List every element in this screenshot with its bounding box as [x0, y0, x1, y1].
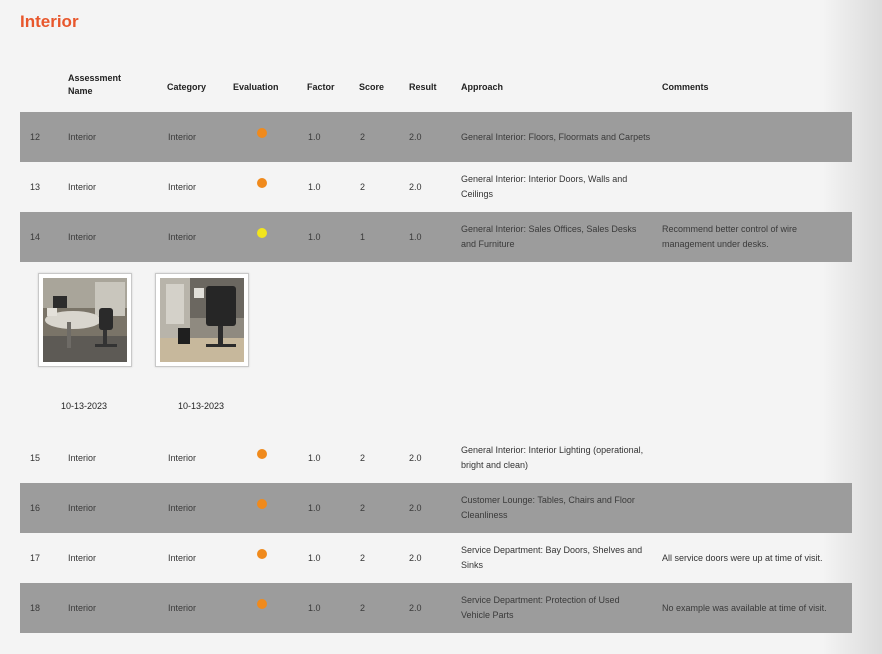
row-id: 15: [30, 452, 41, 463]
row-assessment-name: Interior: [68, 131, 97, 142]
table-row: 14 Interior Interior 1.0 1 1.0 General I…: [20, 212, 852, 262]
row-comments: [662, 483, 848, 533]
evaluation-dot-icon: [257, 227, 267, 238]
evaluation-dot-icon: [257, 127, 267, 138]
header-assessment-name: Assessment Name: [68, 73, 122, 96]
row-comments: Recommend better control of wire managem…: [662, 224, 798, 249]
row-category: Interior: [168, 602, 197, 613]
header-comments: Comments: [662, 82, 709, 92]
row-approach: Service Department: Bay Doors, Shelves a…: [461, 545, 643, 570]
office-photo-thumbnail[interactable]: [38, 273, 132, 367]
row-category: Interior: [168, 131, 197, 142]
row-result: 2.0: [409, 502, 422, 513]
evaluation-dot-icon: [257, 448, 267, 459]
evaluation-dot-icon: [257, 177, 267, 188]
row-id: 18: [30, 602, 41, 613]
photo-date: 10-13-2023: [61, 401, 108, 411]
office-desk-image: [43, 278, 127, 362]
row-category: Interior: [168, 181, 197, 192]
table-row: 13 Interior Interior 1.0 2 2.0 General I…: [20, 162, 852, 212]
evaluation-dot-icon: [257, 548, 267, 559]
row-comments: [662, 112, 848, 162]
row-result: 2.0: [409, 602, 422, 613]
photo-date: 10-13-2023: [178, 401, 225, 411]
row-approach: Customer Lounge: Tables, Chairs and Floo…: [461, 495, 635, 520]
row-id: 13: [30, 181, 41, 192]
row-approach: General Interior: Sales Offices, Sales D…: [461, 224, 637, 249]
row-score: 2: [360, 602, 366, 613]
row-score: 1: [360, 231, 366, 242]
row-factor: 1.0: [308, 602, 321, 613]
row-factor: 1.0: [308, 181, 321, 192]
header-result: Result: [409, 82, 437, 92]
evaluation-dot-icon: [257, 498, 267, 509]
row-category: Interior: [168, 452, 197, 463]
row-result: 2.0: [409, 552, 422, 563]
row-result: 2.0: [409, 131, 422, 142]
header-category: Category: [167, 82, 207, 92]
row-id: 17: [30, 552, 41, 563]
row-result: 2.0: [409, 452, 422, 463]
row-factor: 1.0: [308, 552, 321, 563]
row-approach: General Interior: Floors, Floormats and …: [461, 131, 651, 142]
row-comments: [662, 433, 848, 483]
row-id: 14: [30, 231, 41, 242]
row-score: 2: [360, 552, 366, 563]
office-chair-image: [160, 278, 244, 362]
row-category: Interior: [168, 502, 197, 513]
row-assessment-name: Interior: [68, 552, 97, 563]
section-title: Interior: [20, 12, 79, 31]
row-factor: 1.0: [308, 502, 321, 513]
row-approach: General Interior: Interior Doors, Walls …: [461, 174, 628, 199]
header-score: Score: [359, 82, 385, 92]
row-category: Interior: [168, 552, 197, 563]
row-result: 2.0: [409, 181, 422, 192]
row-assessment-name: Interior: [68, 502, 97, 513]
header-approach: Approach: [461, 82, 504, 92]
table-row: 17 Interior Interior 1.0 2 2.0 Service D…: [20, 533, 852, 583]
row-factor: 1.0: [308, 131, 321, 142]
row-score: 2: [360, 181, 366, 192]
evaluation-dot-icon: [257, 598, 267, 609]
row-approach: General Interior: Interior Lighting (ope…: [461, 445, 644, 470]
header-factor: Factor: [307, 82, 335, 92]
row-category: Interior: [168, 231, 197, 242]
row-id: 12: [30, 131, 41, 142]
row-comments: All service doors were up at time of vis…: [662, 552, 823, 563]
header-evaluation: Evaluation: [233, 82, 279, 92]
row-approach: Service Department: Protection of Used V…: [461, 595, 620, 620]
row-factor: 1.0: [308, 231, 321, 242]
row-assessment-name: Interior: [68, 231, 97, 242]
row-assessment-name: Interior: [68, 602, 97, 613]
row-id: 16: [30, 502, 41, 513]
row-score: 2: [360, 131, 366, 142]
row-result: 1.0: [409, 231, 422, 242]
row-score: 2: [360, 452, 366, 463]
table-row: 18 Interior Interior 1.0 2 2.0 Service D…: [20, 583, 852, 633]
row-factor: 1.0: [308, 452, 321, 463]
table-row: 16 Interior Interior 1.0 2 2.0 Customer …: [20, 483, 852, 533]
row-assessment-name: Interior: [68, 181, 97, 192]
table-header: Assessment Name Category Evaluation Fact…: [20, 68, 852, 110]
row-assessment-name: Interior: [68, 452, 97, 463]
office-photo-thumbnail[interactable]: [155, 273, 249, 367]
row-comments: [662, 162, 848, 212]
table-row: 15 Interior Interior 1.0 2 2.0 General I…: [20, 433, 852, 483]
row-score: 2: [360, 502, 366, 513]
table-row: 12 Interior Interior 1.0 2 2.0 General I…: [20, 112, 852, 162]
row-comments: No example was available at time of visi…: [662, 602, 827, 613]
